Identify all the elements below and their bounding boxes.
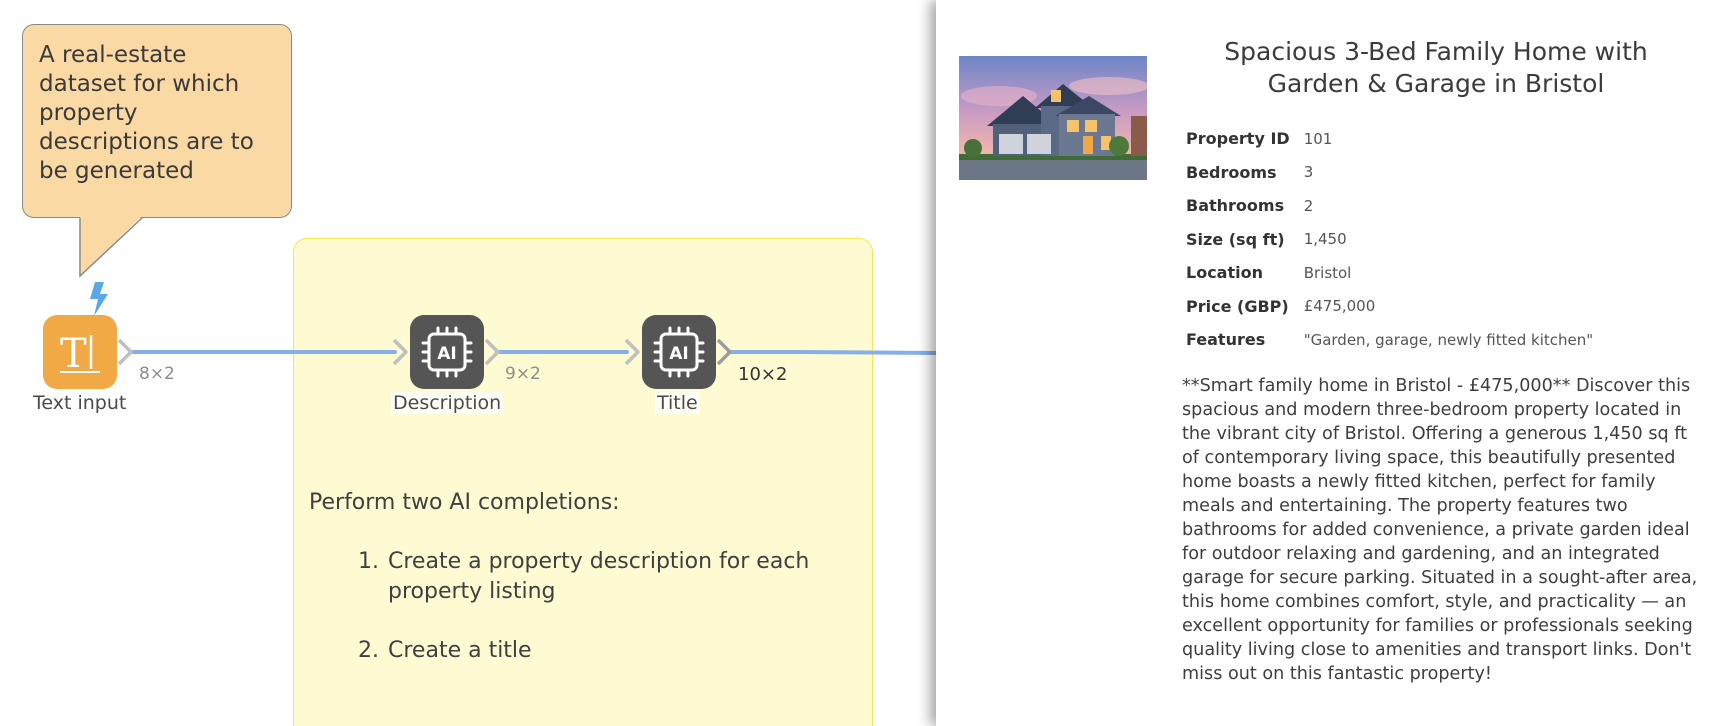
ai-chip-icon: AI bbox=[653, 326, 705, 378]
svg-text:AI: AI bbox=[669, 344, 688, 364]
field-key: Bathrooms bbox=[1186, 196, 1285, 216]
field-row: Bathrooms 2 bbox=[1186, 189, 1603, 223]
house-photo[interactable] bbox=[959, 56, 1147, 180]
shape-label: 8×2 bbox=[139, 364, 175, 384]
wire-title-output bbox=[727, 350, 936, 355]
field-row: Property ID 101 bbox=[1186, 122, 1603, 156]
field-value: 101 bbox=[1303, 129, 1333, 148]
field-value: 1,450 bbox=[1303, 230, 1347, 249]
text-input-node[interactable]: T bbox=[43, 315, 117, 389]
field-key: Location bbox=[1186, 263, 1263, 283]
node-label-description: Description bbox=[391, 392, 504, 414]
text-input-icon: T bbox=[60, 331, 100, 375]
svg-text:AI: AI bbox=[437, 344, 456, 364]
property-title: Spacious 3-Bed Family Home with Garden &… bbox=[1224, 37, 1648, 98]
svg-text:T: T bbox=[60, 331, 87, 375]
field-value: £475,000 bbox=[1303, 297, 1376, 316]
title-node[interactable]: AI bbox=[642, 315, 716, 389]
field-value: "Garden, garage, newly fitted kitchen" bbox=[1303, 330, 1594, 349]
field-key: Features bbox=[1186, 330, 1266, 350]
property-description: **Smart family home in Bristol - £475,00… bbox=[1182, 376, 1698, 684]
field-key: Property ID bbox=[1186, 129, 1290, 149]
node-label-title: Title bbox=[655, 392, 700, 414]
field-key: Bedrooms bbox=[1186, 162, 1277, 182]
field-value: 2 bbox=[1303, 196, 1314, 215]
field-key: Size (sq ft) bbox=[1186, 229, 1285, 249]
record-preview-panel[interactable]: Spacious 3-Bed Family Home with Garden &… bbox=[936, 0, 1718, 726]
description-node[interactable]: AI bbox=[410, 315, 484, 389]
field-row: Price (GBP) £475,000 bbox=[1186, 290, 1603, 324]
field-row: Bedrooms 3 bbox=[1186, 156, 1603, 190]
field-value: Bristol bbox=[1303, 263, 1352, 282]
shape-label: 10×2 bbox=[738, 364, 788, 385]
field-row: Location Bristol bbox=[1186, 256, 1603, 290]
output-chevron bbox=[484, 338, 500, 366]
field-row: Size (sq ft) 1,450 bbox=[1186, 223, 1603, 257]
output-chevron bbox=[716, 338, 732, 366]
trigger-bolt-icon bbox=[90, 282, 108, 316]
house-photo-image bbox=[959, 56, 1147, 180]
field-key: Price (GBP) bbox=[1186, 296, 1289, 316]
field-value: 3 bbox=[1303, 163, 1314, 182]
field-row: Features "Garden, garage, newly fitted ki… bbox=[1186, 323, 1603, 357]
property-fields: Property ID 101 Bedrooms 3 Bathrooms 2 Size… bbox=[1186, 122, 1603, 357]
shape-label: 9×2 bbox=[505, 364, 541, 384]
output-chevron bbox=[117, 338, 133, 366]
node-label-text-input: Text input bbox=[31, 392, 129, 414]
workflow-canvas[interactable]: Perform two AI completions: 1. Create a … bbox=[0, 0, 936, 726]
ai-chip-icon: AI bbox=[421, 326, 473, 378]
